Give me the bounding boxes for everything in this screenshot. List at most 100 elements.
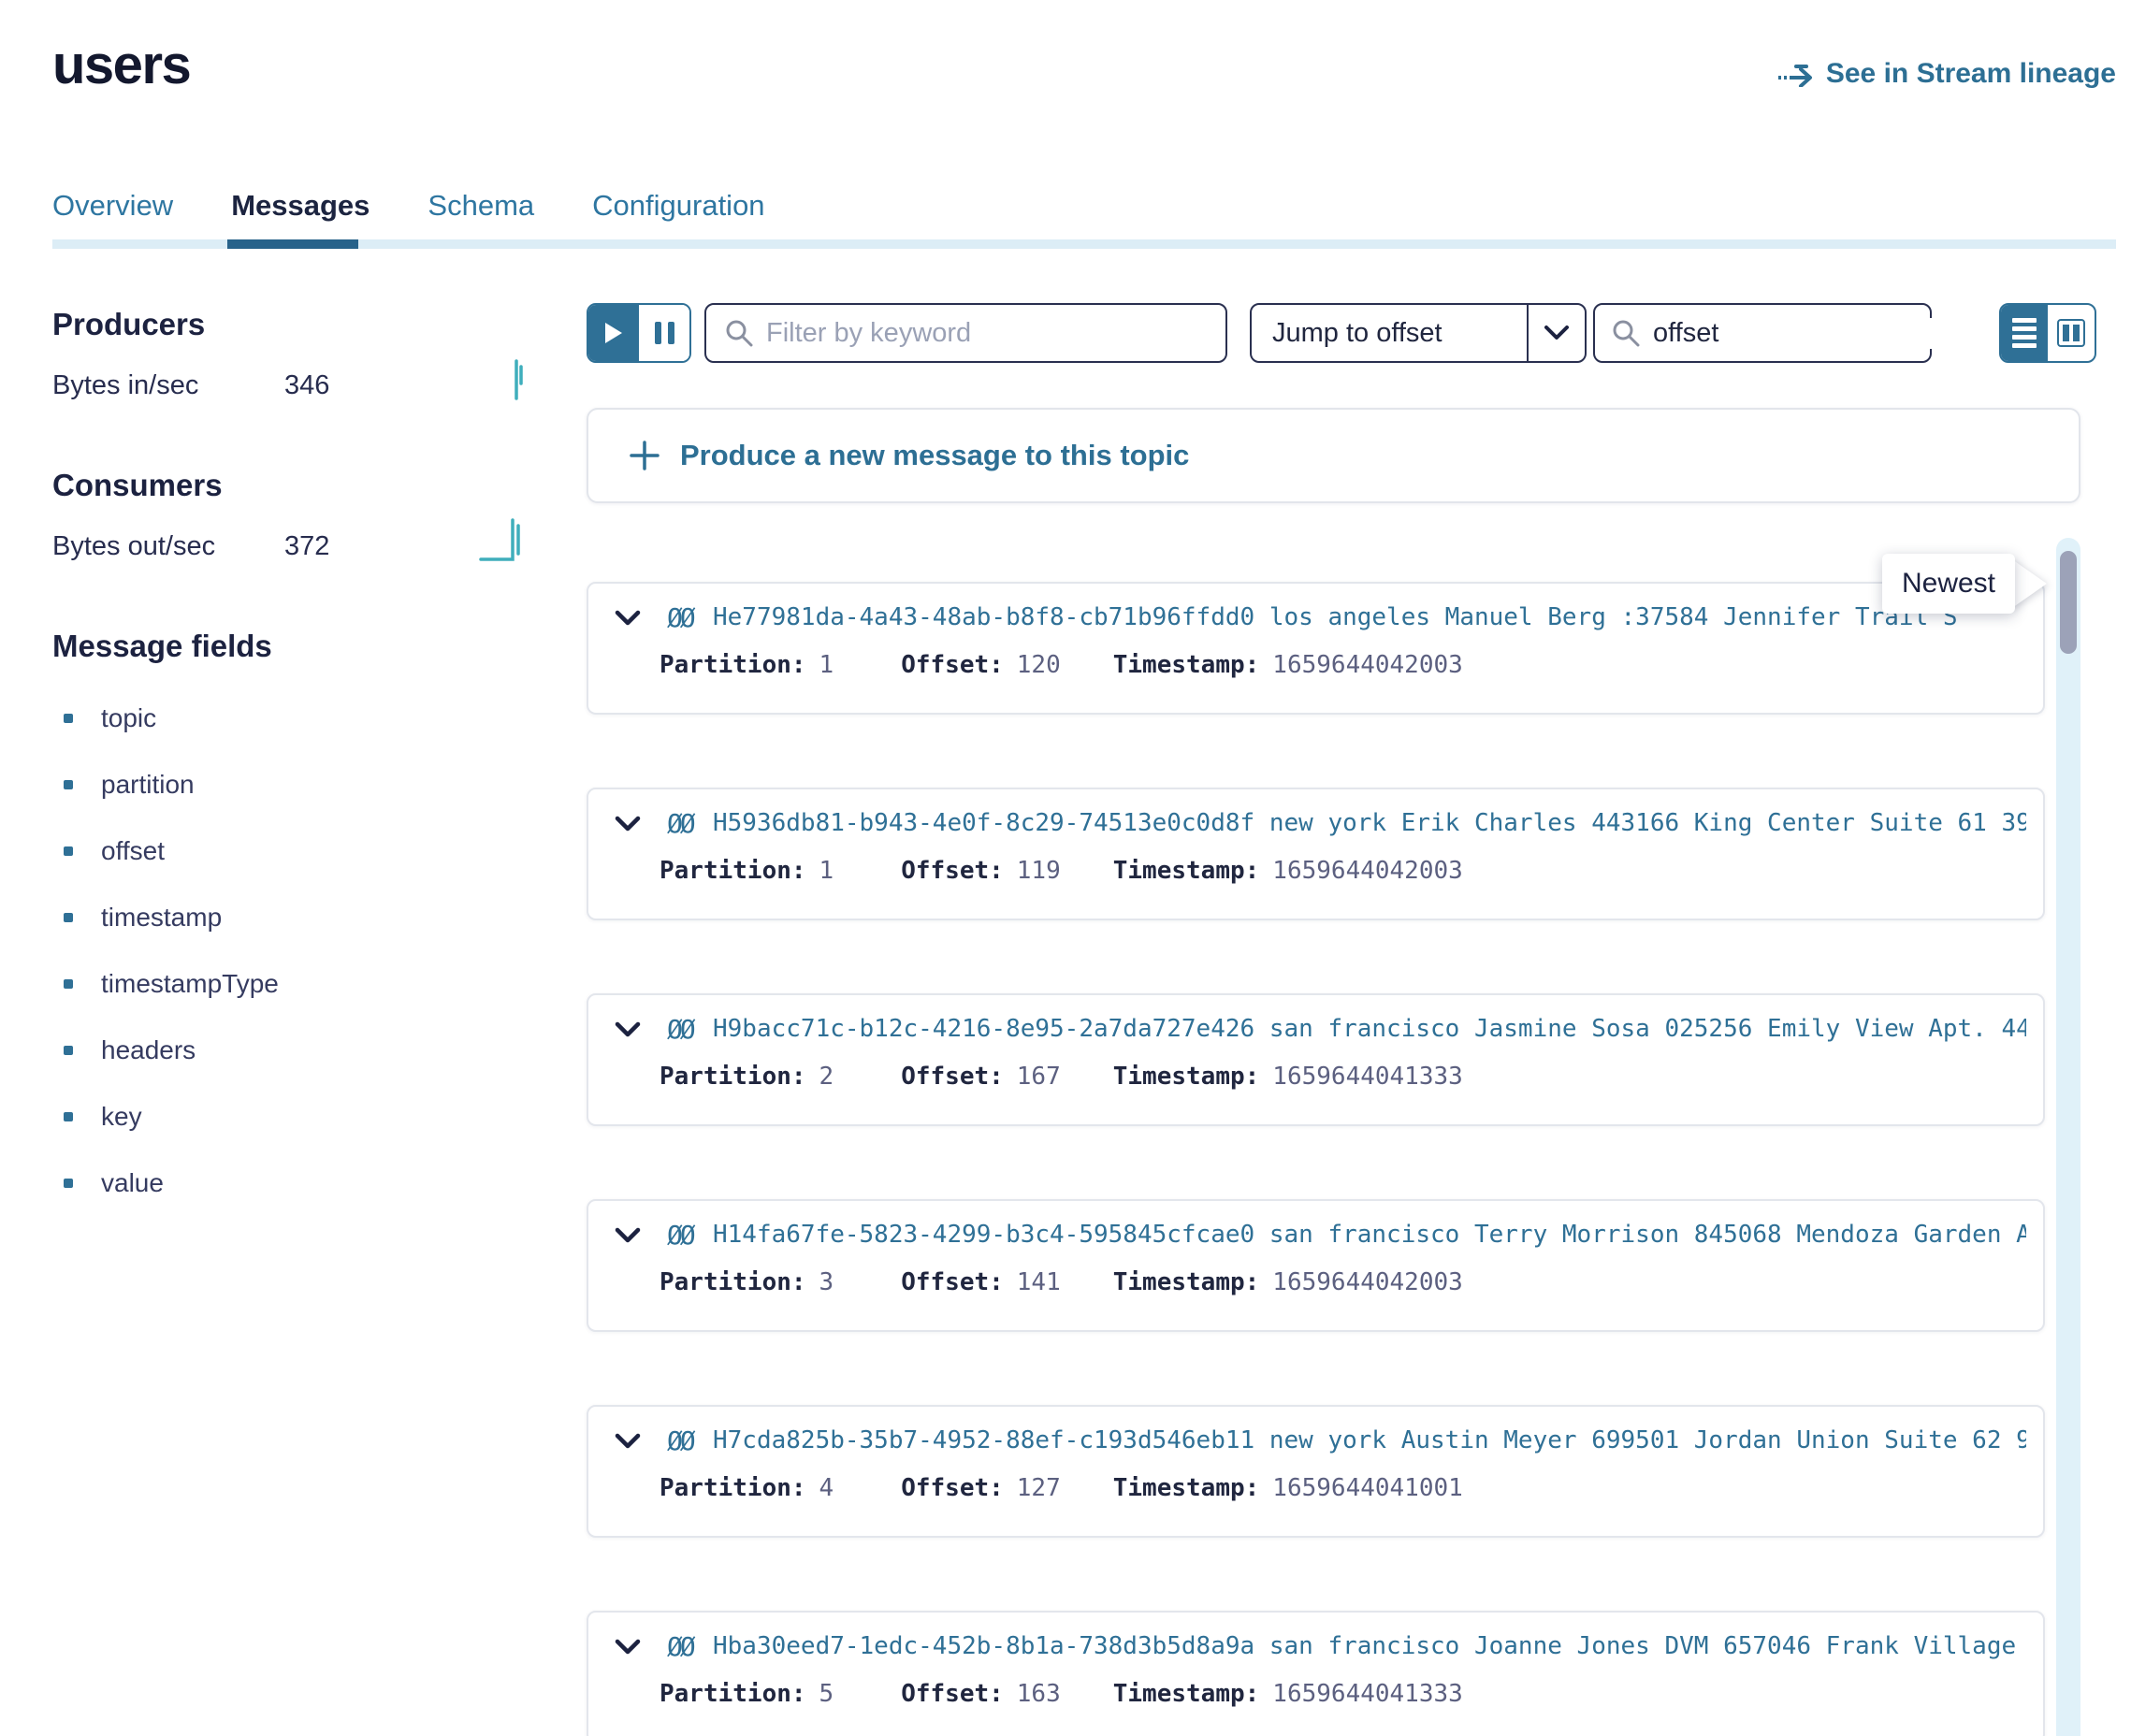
pause-icon — [655, 322, 674, 344]
field-bullet-icon — [64, 846, 73, 856]
partition-value: 4 — [819, 1474, 834, 1502]
expand-chevron-icon[interactable] — [615, 1639, 641, 1656]
field-item-headers[interactable]: headers — [64, 1035, 196, 1065]
filter-field — [704, 303, 1227, 363]
list-view-button[interactable] — [2001, 305, 2048, 361]
pause-button[interactable] — [639, 305, 689, 361]
partition-value: 5 — [819, 1680, 834, 1708]
key-badge-icon: ØØ — [667, 1631, 693, 1662]
message-summary: He77981da-4a43-48ab-b8f8-cb71b96ffdd0 lo… — [713, 603, 2026, 631]
timestamp-value: 1659644042003 — [1272, 857, 1463, 885]
newest-tooltip-label: Newest — [1902, 568, 1995, 600]
field-item-value[interactable]: value — [64, 1168, 164, 1198]
field-item-partition[interactable]: partition — [64, 770, 195, 800]
key-badge-icon: ØØ — [667, 602, 693, 633]
expand-chevron-icon[interactable] — [615, 1227, 641, 1244]
produce-button-label: Produce a new message to this topic — [680, 439, 1189, 472]
message-row[interactable]: ØØ He77981da-4a43-48ab-b8f8-cb71b96ffdd0… — [587, 582, 2045, 715]
produce-message-button[interactable]: Produce a new message to this topic — [587, 408, 2080, 503]
message-row[interactable]: ØØ Hba30eed7-1edc-452b-8b1a-738d3b5d8a9a… — [587, 1611, 2045, 1736]
field-bullet-icon — [64, 714, 73, 723]
message-summary: H9bacc71c-b12c-4216-8e95-2a7da727e426 sa… — [713, 1015, 2026, 1043]
producers-heading: Producers — [52, 307, 205, 342]
expand-chevron-icon[interactable] — [615, 1021, 641, 1038]
offset-value: 120 — [1017, 651, 1061, 679]
tab-underline-active — [227, 239, 358, 249]
jump-to-offset-dropdown[interactable]: Jump to offset — [1250, 303, 1587, 363]
field-bullet-icon — [64, 1112, 73, 1121]
message-row[interactable]: ØØ H5936db81-b943-4e0f-8c29-74513e0c0d8f… — [587, 788, 2045, 920]
partition-value: 1 — [819, 651, 834, 679]
offset-value: 127 — [1017, 1474, 1061, 1502]
field-bullet-icon — [64, 780, 73, 789]
scrollbar-track — [2056, 538, 2080, 1736]
page-title: users — [52, 34, 190, 96]
field-item-topic[interactable]: topic — [64, 703, 156, 733]
newest-tooltip: Newest — [1882, 554, 2015, 614]
view-mode-toggle — [1999, 303, 2096, 363]
bytes-in-value: 346 — [284, 370, 329, 401]
partition-value: 2 — [819, 1063, 834, 1091]
stream-lineage-link[interactable]: See in Stream lineage — [1777, 58, 2116, 90]
filter-input[interactable] — [766, 318, 1207, 349]
message-meta: Partition: 4 Offset: 127 Timestamp: 1659… — [660, 1474, 1463, 1502]
key-badge-icon: ØØ — [667, 1014, 693, 1045]
message-row[interactable]: ØØ H14fa67fe-5823-4299-b3c4-595845cfcae0… — [587, 1199, 2045, 1332]
consumers-sparkline — [479, 513, 537, 565]
lineage-link-label: See in Stream lineage — [1826, 58, 2116, 90]
timestamp-value: 1659644041001 — [1272, 1474, 1463, 1502]
key-badge-icon: ØØ — [667, 1425, 693, 1456]
bytes-in-label: Bytes in/sec — [52, 370, 198, 401]
message-summary: H5936db81-b943-4e0f-8c29-74513e0c0d8f ne… — [713, 809, 2026, 837]
tab-underline-track — [52, 239, 2116, 249]
partition-value: 3 — [819, 1268, 834, 1296]
field-item-key[interactable]: key — [64, 1102, 142, 1132]
newest-tooltip-arrow — [2009, 557, 2047, 610]
timestamp-value: 1659644042003 — [1272, 1268, 1463, 1296]
message-meta: Partition: 5 Offset: 163 Timestamp: 1659… — [660, 1680, 1463, 1708]
bytes-out-value: 372 — [284, 531, 329, 562]
scrollbar-thumb[interactable] — [2060, 551, 2077, 654]
field-bullet-icon — [64, 913, 73, 922]
offset-value: 163 — [1017, 1680, 1061, 1708]
message-row[interactable]: ØØ H7cda825b-35b7-4952-88ef-c193d546eb11… — [587, 1405, 2045, 1538]
message-meta: Partition: 1 Offset: 120 Timestamp: 1659… — [660, 651, 1463, 679]
offset-search-input[interactable] — [1653, 318, 2006, 349]
field-item-offset[interactable]: offset — [64, 836, 165, 866]
chevron-down-icon[interactable] — [1527, 305, 1585, 361]
offset-search-field — [1593, 303, 1932, 363]
offset-value: 119 — [1017, 857, 1061, 885]
message-row[interactable]: ØØ H9bacc71c-b12c-4216-8e95-2a7da727e426… — [587, 993, 2045, 1126]
column-view-button[interactable] — [2048, 305, 2095, 361]
lineage-arrow-icon — [1777, 61, 1815, 87]
message-meta: Partition: 1 Offset: 119 Timestamp: 1659… — [660, 857, 1463, 885]
list-view-icon — [2012, 318, 2037, 348]
message-meta: Partition: 2 Offset: 167 Timestamp: 1659… — [660, 1063, 1463, 1091]
play-pause-group — [587, 303, 691, 363]
field-item-timestamp[interactable]: timestamp — [64, 903, 222, 933]
play-button[interactable] — [588, 305, 639, 361]
producers-sparkline — [494, 355, 537, 402]
search-icon — [1612, 319, 1640, 347]
messages-toolbar: Jump to offset — [587, 303, 2096, 363]
timestamp-value: 1659644041333 — [1272, 1063, 1463, 1091]
timestamp-value: 1659644041333 — [1272, 1680, 1463, 1708]
field-item-timestamptype[interactable]: timestampType — [64, 969, 279, 999]
message-summary: H14fa67fe-5823-4299-b3c4-595845cfcae0 sa… — [713, 1221, 2026, 1249]
field-bullet-icon — [64, 979, 73, 989]
timestamp-value: 1659644042003 — [1272, 651, 1463, 679]
message-summary: Hba30eed7-1edc-452b-8b1a-738d3b5d8a9a sa… — [713, 1632, 2026, 1660]
jump-to-offset-label: Jump to offset — [1252, 305, 1527, 361]
message-list: ØØ He77981da-4a43-48ab-b8f8-cb71b96ffdd0… — [587, 582, 2045, 1736]
consumers-heading: Consumers — [52, 468, 223, 503]
expand-chevron-icon[interactable] — [615, 610, 641, 627]
bytes-out-label: Bytes out/sec — [52, 531, 215, 562]
play-icon — [603, 321, 624, 345]
expand-chevron-icon[interactable] — [615, 816, 641, 832]
expand-chevron-icon[interactable] — [615, 1433, 641, 1450]
offset-value: 141 — [1017, 1268, 1061, 1296]
column-view-icon — [2057, 319, 2085, 347]
partition-value: 1 — [819, 857, 834, 885]
key-badge-icon: ØØ — [667, 1220, 693, 1251]
field-bullet-icon — [64, 1179, 73, 1188]
